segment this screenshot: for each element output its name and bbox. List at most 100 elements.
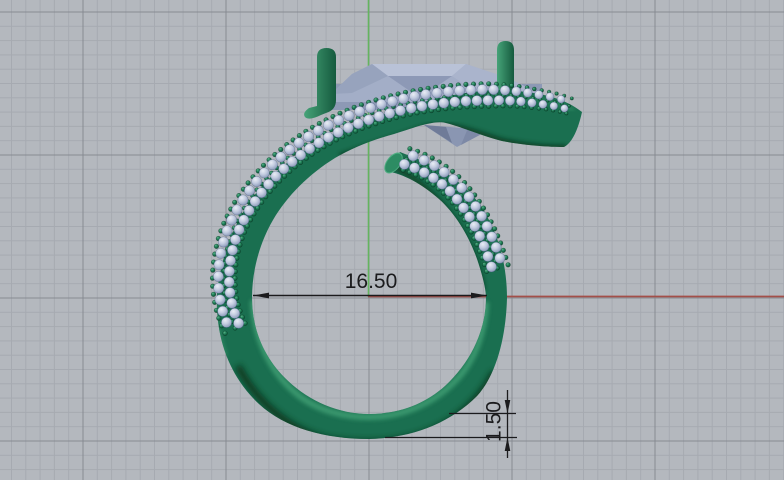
pave-stone (237, 194, 249, 206)
pave-stone (476, 210, 488, 222)
pave-stone (444, 185, 456, 197)
pave-stone (488, 84, 499, 96)
pave-stone (482, 94, 494, 106)
pave-stone (284, 144, 296, 156)
pave-stone (322, 131, 334, 143)
pave-stone (469, 220, 481, 232)
pave-stone (499, 85, 511, 96)
pave-stone (393, 114, 399, 121)
pave-stone (522, 88, 533, 98)
pave-stone (217, 305, 229, 317)
pave-stone (549, 101, 559, 111)
dimension-label-inner-diameter[interactable]: 16.50 (340, 271, 402, 292)
pave-stone (485, 261, 497, 273)
pave-stone (293, 137, 305, 149)
pave-stone (534, 90, 544, 100)
pave-stone (478, 240, 490, 252)
pave-stone (407, 146, 413, 152)
pave-stone (456, 182, 468, 194)
pave-stone (322, 119, 334, 131)
cad-viewport[interactable]: 16.50 1.50 (0, 0, 784, 480)
pave-stone (231, 204, 243, 216)
pave-stone (429, 155, 435, 161)
pave-stone (505, 262, 511, 268)
pave-stone (333, 114, 345, 126)
pave-stone (474, 230, 486, 242)
pave-stone (538, 99, 548, 109)
pave-stone (545, 92, 555, 102)
pave-stone (438, 97, 450, 109)
pave-stone (229, 234, 241, 246)
pave-stone (215, 247, 227, 259)
pave-stone (363, 114, 375, 126)
pave-stone (213, 282, 225, 294)
pave-stone (375, 98, 387, 110)
pave-stone (251, 176, 263, 187)
pave-stone (554, 91, 559, 96)
pave-stone (451, 193, 463, 205)
pave-stone (482, 250, 494, 262)
pave-stone (227, 244, 238, 256)
pave-stone (229, 307, 241, 319)
pave-stone (416, 100, 428, 112)
pave-stone (315, 147, 321, 153)
pave-stone (560, 104, 569, 113)
pave-stone (450, 168, 456, 174)
pave-stone (471, 95, 483, 107)
pave-stone (312, 125, 324, 137)
pave-stone (216, 315, 222, 321)
pave-stone (232, 199, 238, 205)
pave-stone (480, 205, 487, 211)
pave-stone (394, 105, 406, 116)
pave-stone (244, 185, 255, 197)
pave-stone (286, 156, 298, 168)
pave-stone (278, 163, 290, 175)
pave-stone (470, 200, 482, 212)
pave-stone (516, 96, 526, 107)
pave-stone (509, 82, 515, 88)
pave-stone (500, 247, 506, 253)
pave-stone (316, 120, 322, 127)
pave-stone (210, 291, 217, 297)
pave-stone (281, 173, 288, 179)
pave-stone (409, 90, 421, 102)
pave-stone (353, 128, 359, 134)
pave-stone (384, 107, 396, 119)
pave-stone (504, 95, 516, 106)
pave-stone (214, 294, 226, 306)
pave-stone (490, 241, 502, 253)
pave-stone (465, 84, 477, 96)
pave-stone (373, 120, 379, 127)
pave-stone (386, 95, 398, 107)
pave-stone (233, 224, 245, 236)
viewport-canvas[interactable] (0, 0, 784, 480)
pave-stone (275, 151, 287, 163)
pave-stone (224, 287, 236, 299)
pave-stone (527, 98, 537, 108)
pave-stone (449, 96, 461, 108)
pave-stone (218, 236, 229, 248)
pave-stone (238, 214, 250, 226)
pave-stone (303, 131, 314, 143)
pave-stone (212, 271, 224, 282)
pave-stone (256, 187, 267, 199)
pave-stone (295, 149, 307, 161)
pave-stone (418, 167, 430, 178)
pave-stone (438, 166, 450, 178)
dimension-label-band-thickness[interactable]: 1.50 (483, 400, 506, 444)
pave-stone (436, 178, 448, 190)
pave-stone (221, 316, 232, 328)
pave-stone (398, 158, 410, 170)
pave-stone (464, 211, 475, 223)
pave-stone (245, 180, 251, 186)
pave-stone (266, 159, 278, 171)
pave-stone (297, 159, 304, 165)
pave-stone (342, 122, 354, 134)
pave-stone (222, 330, 228, 336)
pave-stone (296, 133, 303, 139)
gem-table-facet (372, 64, 466, 76)
pave-stone (373, 110, 385, 122)
pave-stone (397, 93, 409, 105)
pave-stone (467, 186, 473, 192)
pave-stone (304, 143, 316, 155)
